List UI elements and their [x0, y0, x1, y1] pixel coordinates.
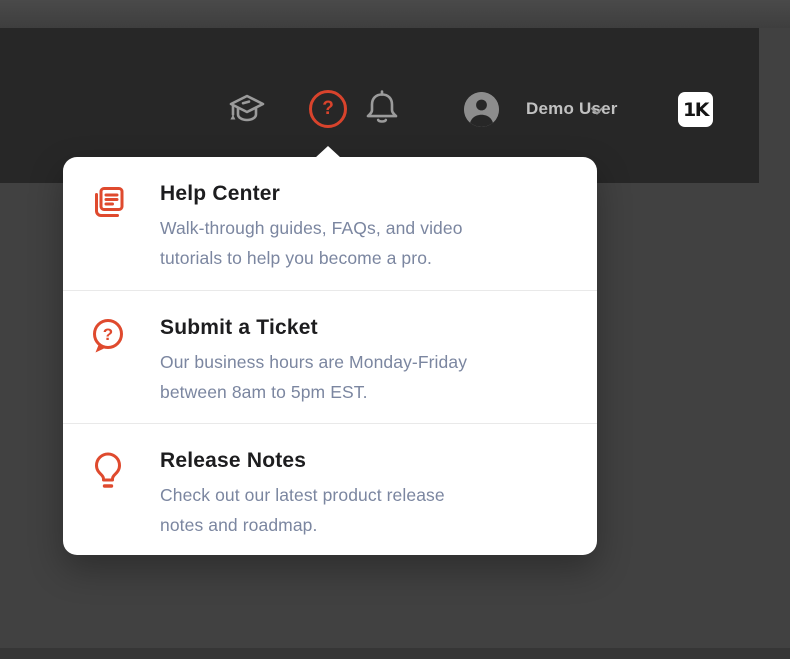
menu-item-description: Check out our latest product release not…: [160, 480, 573, 540]
menu-item-help-center[interactable]: Help Center Walk-through guides, FAQs, a…: [63, 157, 597, 290]
menu-item-release-notes[interactable]: Release Notes Check out our latest produ…: [63, 423, 597, 555]
menu-item-description: Walk-through guides, FAQs, and video tut…: [160, 213, 573, 273]
menu-item-text: Help Center Walk-through guides, FAQs, a…: [160, 180, 573, 273]
question-bubble-icon: ?: [88, 315, 128, 359]
brand-logo[interactable]: 1K: [678, 92, 713, 127]
menu-item-description: Our business hours are Monday-Friday bet…: [160, 347, 573, 407]
menu-item-title: Release Notes: [160, 448, 573, 473]
menu-item-title: Help Center: [160, 181, 573, 206]
help-icon[interactable]: ?: [309, 90, 347, 128]
screen: ? Demo User 1K: [0, 0, 790, 659]
menu-item-submit-ticket[interactable]: ? Submit a Ticket Our business hours are…: [63, 290, 597, 423]
window-top-strip: [0, 0, 790, 28]
svg-text:?: ?: [103, 325, 113, 344]
menu-item-text: Submit a Ticket Our business hours are M…: [160, 314, 573, 407]
menu-item-text: Release Notes Check out our latest produ…: [160, 447, 573, 540]
lightbulb-icon: [88, 448, 128, 492]
window-bottom-strip: [0, 648, 790, 659]
help-menu: Help Center Walk-through guides, FAQs, a…: [63, 157, 597, 555]
graduation-cap-icon[interactable]: [224, 87, 270, 133]
help-question-glyph: ?: [322, 99, 334, 118]
guide-docs-icon: [88, 181, 128, 225]
notifications-bell-icon[interactable]: [362, 86, 402, 132]
chevron-down-icon[interactable]: [589, 104, 605, 116]
brand-logo-text: 1K: [683, 99, 708, 121]
user-avatar[interactable]: [464, 92, 499, 127]
help-popover: Help Center Walk-through guides, FAQs, a…: [63, 157, 597, 555]
menu-item-title: Submit a Ticket: [160, 315, 573, 340]
